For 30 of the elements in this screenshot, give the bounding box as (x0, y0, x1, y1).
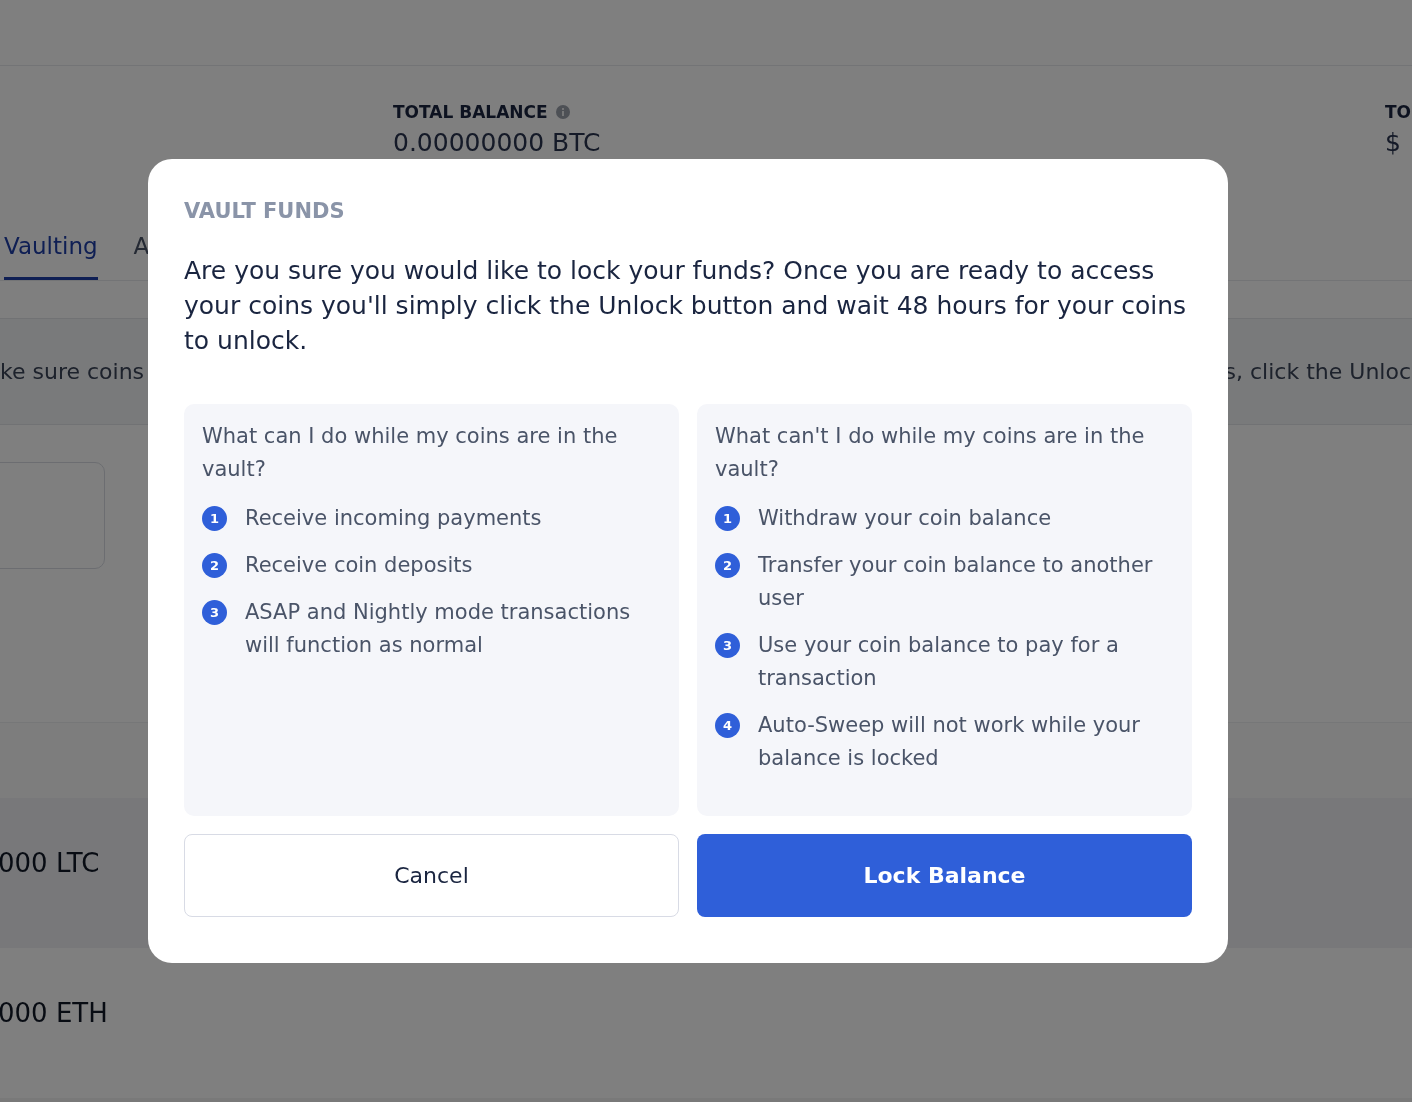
banner-text: ke sure coins (0, 359, 145, 384)
balance-value: 0.00000000 BTC (393, 128, 601, 157)
dialog-title: VAULT FUNDS (184, 199, 346, 223)
panel-heading: What can't I do while my coins are in the vault? (715, 423, 1146, 483)
tab[interactable]: A (133, 233, 150, 280)
number-badge: 4 (715, 713, 740, 738)
dialog-message: Are you sure you would like to lock your funds? Once you are ready to access your coins you'll simply click the Unlock button and wait 48 hours for your coins to unlock. (184, 255, 1187, 357)
list-item-text: Auto-Sweep will not work while your balance is locked (758, 712, 1141, 772)
balance-label: TOTAL BALANCE (393, 102, 548, 122)
panel-heading: What can I do while my coins are in the vault? (202, 423, 619, 483)
number-badge: 1 (202, 506, 227, 531)
list-item-text: ASAP and Nightly mode transactions will function as normal (245, 599, 632, 659)
number-badge: 3 (715, 633, 740, 658)
list-item-text: Withdraw your coin balance (758, 505, 1052, 532)
number-badge: 2 (715, 553, 740, 578)
tab[interactable]: Vaulting (4, 233, 98, 280)
info-icon (555, 105, 570, 119)
balance-label: TO (1384, 102, 1411, 122)
number-badge: 1 (715, 506, 740, 531)
lock-button[interactable]: Lock Balance (697, 834, 1192, 917)
cancel-button[interactable]: Cancel (184, 834, 679, 917)
coin-amount: 000 ETH (0, 998, 108, 1028)
balance-value: $ (1384, 128, 1402, 157)
list-item-text: Use your coin balance to pay for a transaction (758, 632, 1120, 692)
list-item-text: Transfer your coin balance to another user (758, 552, 1154, 612)
number-badge: 3 (202, 600, 227, 625)
list-item-text: Receive coin deposits (245, 552, 473, 579)
number-badge: 2 (202, 553, 227, 578)
list-item-text: Receive incoming payments (245, 505, 542, 532)
coin-amount: 000 LTC (0, 848, 100, 878)
